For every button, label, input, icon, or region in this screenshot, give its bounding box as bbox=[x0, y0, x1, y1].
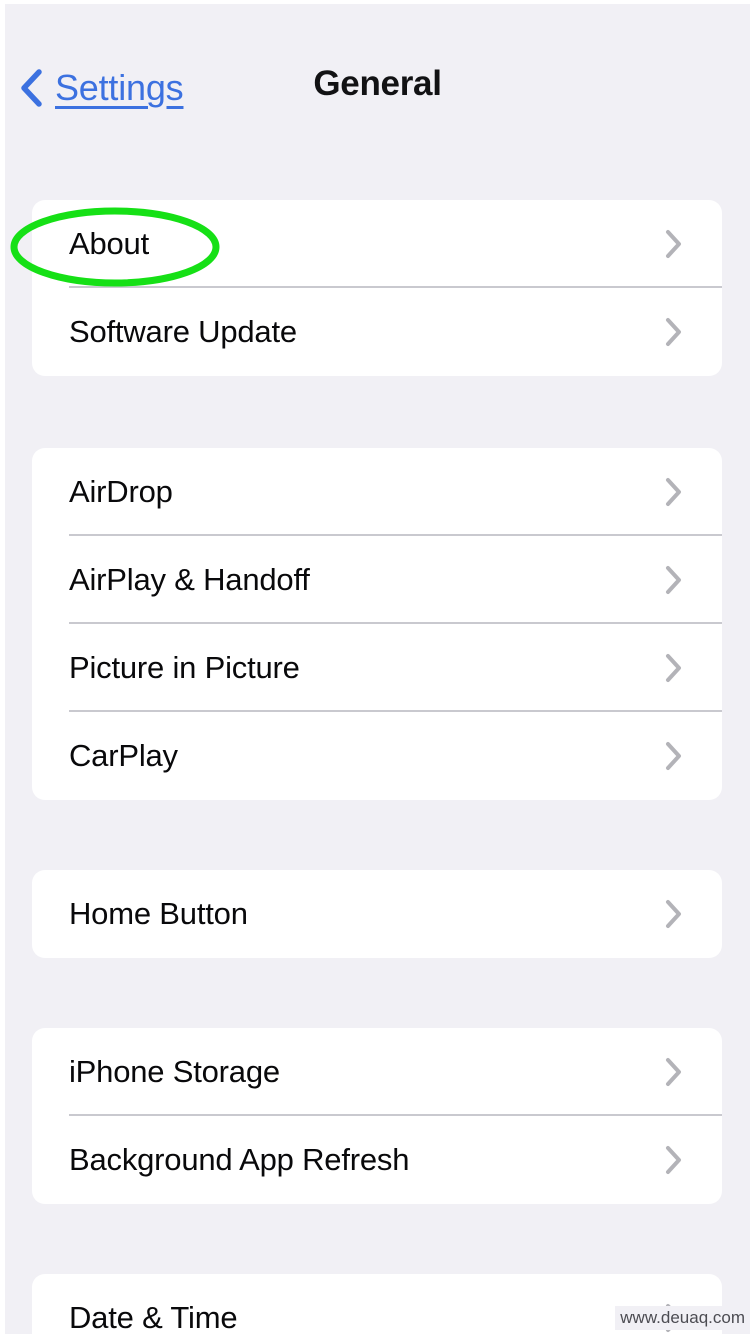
row-label: Date & Time bbox=[69, 1300, 238, 1334]
chevron-right-icon bbox=[666, 654, 681, 682]
chevron-right-icon bbox=[666, 900, 681, 928]
row-label: Software Update bbox=[69, 314, 297, 349]
settings-group-1: About Software Update bbox=[32, 200, 722, 376]
row-label: iPhone Storage bbox=[69, 1054, 280, 1089]
row-label: Home Button bbox=[69, 896, 248, 931]
settings-row-about[interactable]: About bbox=[32, 200, 722, 288]
settings-general-screen: Settings General About Software Update A… bbox=[0, 0, 750, 1334]
chevron-right-icon bbox=[666, 478, 681, 506]
settings-row-home-button[interactable]: Home Button bbox=[32, 870, 722, 958]
chevron-right-icon bbox=[666, 230, 681, 258]
settings-group-4: iPhone Storage Background App Refresh bbox=[32, 1028, 722, 1204]
navigation-bar: Settings General bbox=[5, 4, 750, 164]
chevron-right-icon bbox=[666, 566, 681, 594]
settings-group-2: AirDrop AirPlay & Handoff Picture in Pic… bbox=[32, 448, 722, 800]
settings-group-3: Home Button bbox=[32, 870, 722, 958]
page-title: General bbox=[313, 64, 442, 103]
row-label: About bbox=[69, 226, 150, 261]
settings-row-airplay-handoff[interactable]: AirPlay & Handoff bbox=[32, 536, 722, 624]
row-label: CarPlay bbox=[69, 738, 178, 773]
chevron-right-icon bbox=[666, 318, 681, 346]
chevron-right-icon bbox=[666, 1146, 681, 1174]
chevron-right-icon bbox=[666, 1058, 681, 1086]
watermark: www.deuaq.com bbox=[615, 1306, 748, 1330]
row-label: AirPlay & Handoff bbox=[69, 562, 310, 597]
settings-row-background-app-refresh[interactable]: Background App Refresh bbox=[32, 1116, 722, 1204]
settings-row-carplay[interactable]: CarPlay bbox=[32, 712, 722, 800]
settings-row-software-update[interactable]: Software Update bbox=[32, 288, 722, 376]
settings-row-airdrop[interactable]: AirDrop bbox=[32, 448, 722, 536]
settings-row-picture-in-picture[interactable]: Picture in Picture bbox=[32, 624, 722, 712]
row-label: Picture in Picture bbox=[69, 650, 300, 685]
chevron-right-icon bbox=[666, 742, 681, 770]
row-label: AirDrop bbox=[69, 474, 173, 509]
settings-row-iphone-storage[interactable]: iPhone Storage bbox=[32, 1028, 722, 1116]
row-label: Background App Refresh bbox=[69, 1142, 410, 1177]
